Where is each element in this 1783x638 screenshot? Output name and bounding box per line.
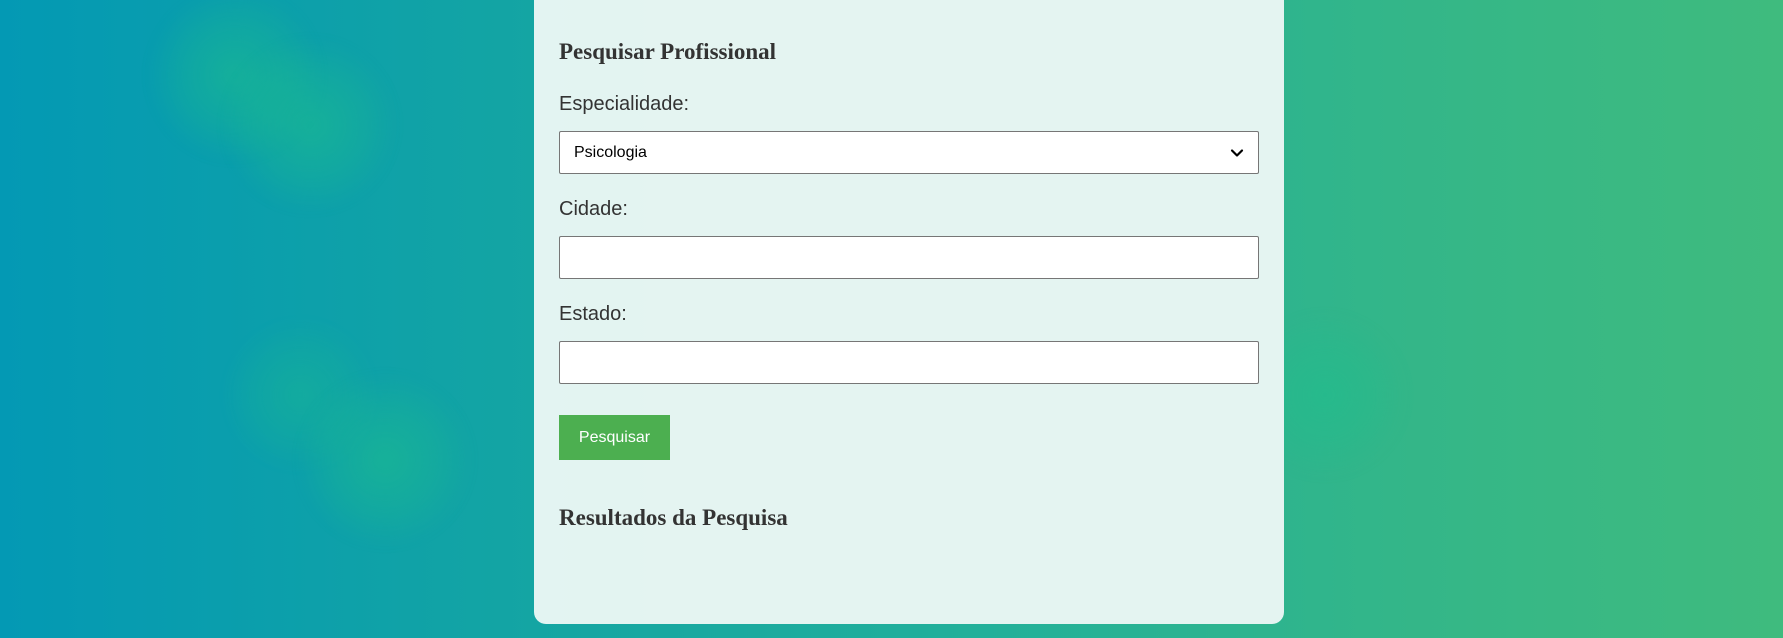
chevron-down-icon — [1230, 146, 1244, 160]
search-title: Pesquisar Profissional — [559, 39, 777, 64]
specialty-label: Especialidade: — [559, 93, 690, 115]
results-title: Resultados da Pesquisa — [559, 505, 788, 530]
state-input[interactable] — [559, 341, 1259, 384]
city-label: Cidade: — [559, 198, 628, 220]
background-decoration — [300, 375, 470, 545]
search-button-label: Pesquisar — [578, 428, 651, 446]
state-label: Estado: — [559, 303, 627, 325]
specialty-selected-value: Psicologia — [574, 143, 647, 161]
specialty-select[interactable]: Psicologia — [559, 131, 1259, 174]
search-card: Pesquisar Profissional Especialidade: Ps… — [534, 0, 1284, 624]
background-decoration — [225, 40, 395, 210]
city-input[interactable] — [559, 236, 1259, 279]
search-button[interactable]: Pesquisar — [559, 415, 670, 460]
